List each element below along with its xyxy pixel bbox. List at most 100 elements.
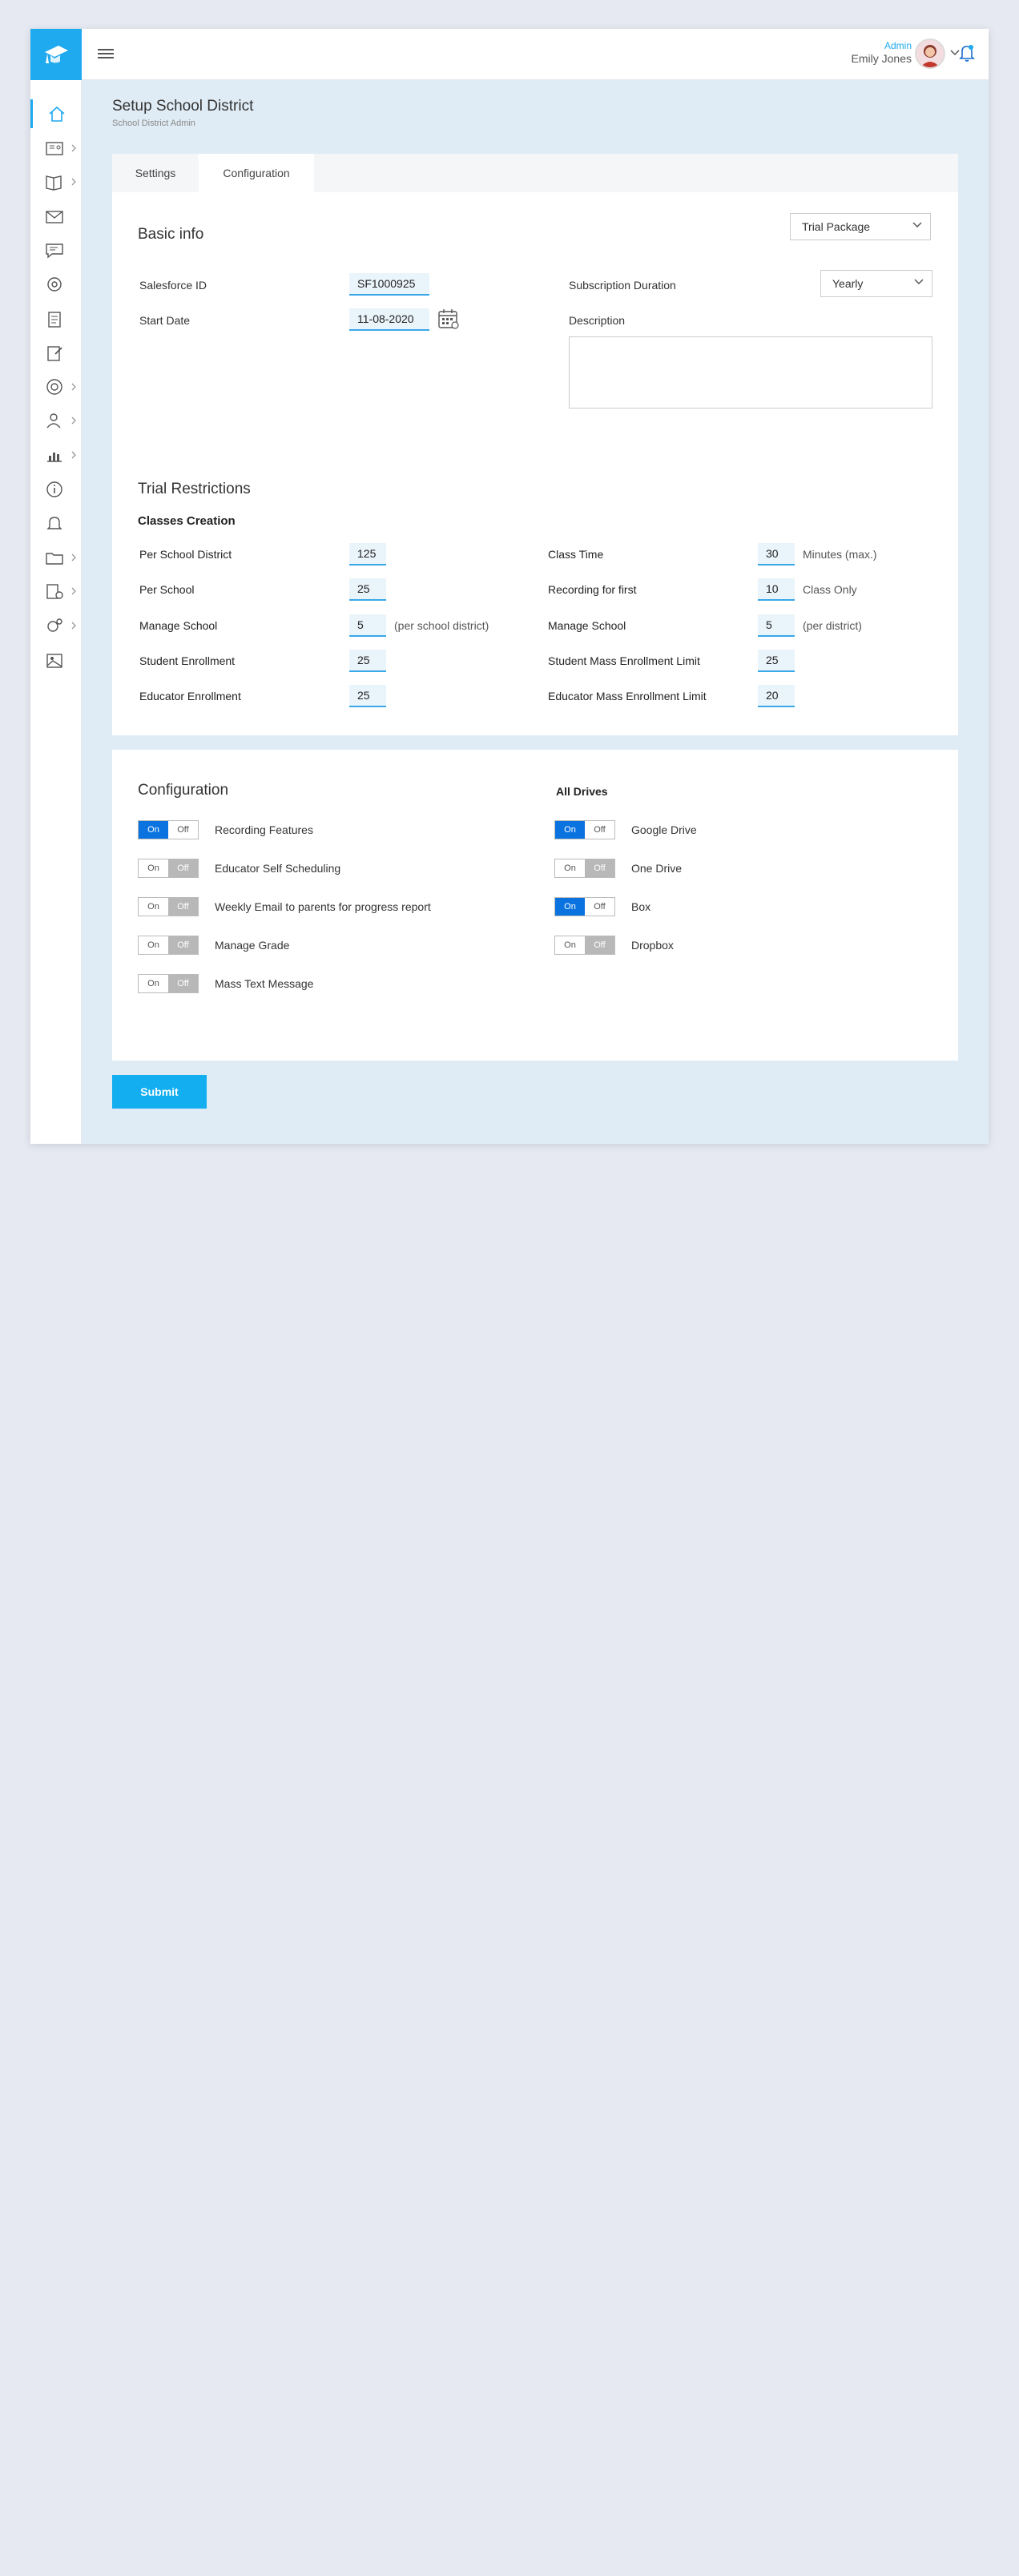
restriction-input[interactable] <box>349 614 386 637</box>
toggle-on-option[interactable]: On <box>139 975 168 992</box>
users-icon <box>46 413 61 429</box>
restriction-note: (per district) <box>803 619 862 632</box>
toggle-off-option[interactable]: Off <box>585 821 614 839</box>
toggle-on-option[interactable]: On <box>139 859 168 877</box>
toggle-label: Educator Self Scheduling <box>215 862 341 875</box>
restriction-label: Student Mass Enrollment Limit <box>548 654 700 667</box>
toggle-off-option[interactable]: Off <box>168 859 198 877</box>
toggle-switch[interactable]: On Off <box>554 859 615 878</box>
restriction-input[interactable] <box>758 578 795 601</box>
restriction-note: (per school district) <box>394 619 489 632</box>
package-select[interactable]: Trial Package <box>790 213 931 240</box>
sidebar-item-support[interactable] <box>30 372 82 401</box>
toggle-switch[interactable]: On Off <box>138 859 199 878</box>
user-info: Admin Emily Jones <box>852 40 912 66</box>
restriction-input[interactable] <box>349 650 386 672</box>
toggle-switch[interactable]: On Off <box>554 897 615 916</box>
sidebar-item-document-settings[interactable] <box>30 577 82 606</box>
classroom-icon <box>46 141 63 155</box>
toggle-label: Google Drive <box>631 823 697 836</box>
restriction-label: Per School <box>139 583 195 596</box>
restriction-input[interactable] <box>758 543 795 566</box>
toggle-off-option[interactable]: Off <box>168 975 198 992</box>
sidebar-item-info[interactable] <box>30 475 82 504</box>
subscription-duration-value: Yearly <box>832 277 864 290</box>
sidebar-item-bell[interactable] <box>30 509 82 537</box>
toggle-off-option[interactable]: Off <box>168 898 198 916</box>
toggle-switch[interactable]: On Off <box>138 820 199 839</box>
description-textarea[interactable] <box>569 336 932 409</box>
toggle-on-option[interactable]: On <box>555 859 585 877</box>
trial-restrictions-card: Trial Restrictions Classes Creation Per … <box>112 449 958 735</box>
calendar-icon[interactable] <box>437 308 460 330</box>
toggle-on-option[interactable]: On <box>139 821 168 839</box>
notification-bell-icon[interactable] <box>958 43 976 62</box>
toggle-off-option[interactable]: Off <box>168 821 198 839</box>
toggle-on-option[interactable]: On <box>139 936 168 954</box>
tab-settings[interactable]: Settings <box>112 154 199 192</box>
configuration-title: Configuration <box>138 782 229 799</box>
sidebar-item-mail[interactable] <box>30 202 82 231</box>
toggle-off-option[interactable]: Off <box>585 936 614 954</box>
sidebar-item-users[interactable] <box>30 406 82 435</box>
toggle-label: Box <box>631 900 651 913</box>
toggle-off-option[interactable]: Off <box>585 859 614 877</box>
restriction-input[interactable] <box>349 543 386 566</box>
start-date-input[interactable] <box>349 308 429 331</box>
restriction-input[interactable] <box>758 614 795 637</box>
start-date-label: Start Date <box>139 314 191 327</box>
toggle-label: Recording Features <box>215 823 313 836</box>
sidebar-item-book[interactable] <box>30 167 82 196</box>
toggle-switch[interactable]: On Off <box>138 974 199 993</box>
toggle-off-option[interactable]: Off <box>585 898 614 916</box>
subscription-duration-select[interactable]: Yearly <box>820 270 932 297</box>
edit-document-icon <box>47 346 62 361</box>
toggle-on-option[interactable]: On <box>139 898 168 916</box>
toggle-switch[interactable]: On Off <box>138 897 199 916</box>
chevron-right-icon <box>71 383 76 391</box>
subscription-duration-label: Subscription Duration <box>569 279 676 292</box>
sidebar-item-home[interactable] <box>30 99 82 128</box>
restriction-label: Educator Mass Enrollment Limit <box>548 690 707 702</box>
menu-toggle-icon[interactable] <box>98 46 114 62</box>
toggle-off-option[interactable]: Off <box>168 936 198 954</box>
tab-configuration[interactable]: Configuration <box>199 154 314 192</box>
chevron-right-icon <box>71 144 76 152</box>
chevron-right-icon <box>71 622 76 630</box>
sidebar-item-edit-document[interactable] <box>30 338 82 367</box>
restriction-input[interactable] <box>758 650 795 672</box>
restriction-note: Class Only <box>803 583 857 596</box>
toggle-switch[interactable]: On Off <box>138 936 199 955</box>
toggle-on-option[interactable]: On <box>555 821 585 839</box>
sidebar-item-classroom[interactable] <box>30 134 82 163</box>
restriction-label: Manage School <box>139 619 218 632</box>
sidebar-item-folder[interactable] <box>30 543 82 572</box>
configuration-card: Configuration All Drives On Off Recording … <box>112 750 958 1061</box>
sidebar-item-gallery[interactable] <box>30 646 82 674</box>
submit-button[interactable]: Submit <box>112 1075 207 1109</box>
sidebar-item-clipboard[interactable] <box>30 304 82 333</box>
sidebar-item-settings[interactable] <box>30 611 82 640</box>
sidebar-item-gear-badge[interactable] <box>30 270 82 299</box>
app-logo[interactable] <box>30 29 82 80</box>
trial-restrictions-title: Trial Restrictions <box>138 481 251 497</box>
avatar-image <box>916 40 944 67</box>
toggle-on-option[interactable]: On <box>555 936 585 954</box>
restriction-input[interactable] <box>349 578 386 601</box>
page-subtitle: School District Admin <box>112 119 195 128</box>
restriction-label: Recording for first <box>548 583 637 596</box>
toggle-switch[interactable]: On Off <box>554 820 615 839</box>
restriction-input[interactable] <box>758 685 795 707</box>
sidebar-item-analytics[interactable] <box>30 441 82 469</box>
salesforce-id-input[interactable] <box>349 273 429 296</box>
toggle-switch[interactable]: On Off <box>554 936 615 955</box>
restriction-label: Manage School <box>548 619 626 632</box>
basic-info-title: Basic info <box>138 226 204 243</box>
avatar[interactable] <box>915 38 945 69</box>
sidebar-item-chat[interactable] <box>30 235 82 264</box>
restriction-input[interactable] <box>349 685 386 707</box>
chevron-right-icon <box>71 587 76 595</box>
toggle-on-option[interactable]: On <box>555 898 585 916</box>
restriction-label: Per School District <box>139 548 232 561</box>
app-window: Admin Emily Jones Setup School District … <box>30 29 989 1144</box>
